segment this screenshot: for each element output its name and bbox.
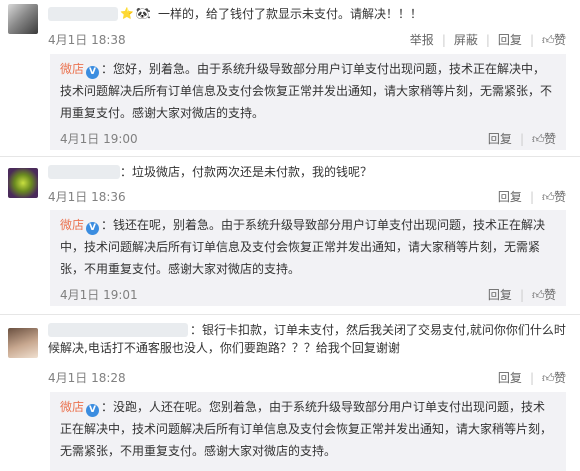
reply-author[interactable]: 微店	[60, 400, 84, 414]
official-reply: 微店 V ：您好，别着急。由于系统升级导致部分用户订单支付出现问题，技术正在解决中，…	[50, 54, 566, 150]
username-redacted[interactable]	[48, 7, 118, 21]
reply-button[interactable]: 回复	[488, 132, 512, 146]
like-button[interactable]: 👍︎赞	[542, 369, 566, 386]
comment-text: ：银行卡扣款，订单未支付，然后我关闭了交易支付,就问你你们什么时候解决,电话打不…	[48, 323, 566, 355]
report-button[interactable]: 举报	[410, 31, 434, 48]
reply-actions: 回复 | 👍︎赞	[487, 132, 556, 146]
reply-button[interactable]: 回复	[498, 31, 522, 48]
avatar[interactable]	[8, 168, 38, 198]
comment-actions: 回复 | 👍︎赞	[497, 188, 566, 205]
comment-actions: 举报 | 屏蔽 | 回复 | 👍︎赞	[409, 31, 566, 48]
username-redacted[interactable]	[48, 165, 120, 179]
block-button[interactable]: 屏蔽	[454, 31, 478, 48]
divider	[0, 156, 580, 157]
reply-button[interactable]: 回复	[488, 288, 512, 302]
reply-actions: 回复 | 👍︎赞	[487, 288, 556, 302]
comment-timestamp: 4月1日 18:36	[48, 190, 126, 204]
like-button[interactable]: 👍︎赞	[542, 188, 566, 205]
comment-timestamp: 4月1日 18:28	[48, 371, 126, 385]
reply-timestamp: 4月1日 19:01	[60, 288, 138, 302]
official-reply: 微店 V ：钱还在呢，别着急。由于系统升级导致部分用户订单支付出现问题，技术正在解决…	[50, 210, 566, 306]
comment-text: ：一样的，给了钱付了款显示未支付。请解决！！！	[146, 7, 423, 21]
divider	[0, 314, 580, 315]
verified-icon: V	[86, 66, 100, 79]
reply-button[interactable]: 回复	[498, 188, 522, 205]
official-reply: 微店 V ：没跑，人还在呢。您别着急，由于系统升级导致部分用户订单支付出现问题，技术…	[50, 392, 566, 471]
reply-text: ：没跑，人还在呢。您别着急，由于系统升级导致部分用户订单支付出现问题，技术正在解…	[60, 400, 553, 458]
like-button[interactable]: 👍︎赞	[532, 132, 556, 146]
avatar[interactable]	[8, 328, 38, 358]
verified-icon: V	[86, 222, 100, 235]
thumbs-up-icon: 👍︎	[541, 33, 555, 47]
comment-text: ：垃圾微店，付款两次还是未付款，我的钱呢？	[120, 165, 373, 179]
reply-author[interactable]: 微店	[60, 62, 84, 76]
thumbs-up-icon: 👍︎	[541, 371, 555, 385]
thumbs-up-icon: 👍︎	[531, 288, 545, 302]
comment-timestamp: 4月1日 18:38	[48, 33, 126, 47]
verified-icon: V	[86, 404, 100, 417]
like-button[interactable]: 👍︎赞	[542, 31, 566, 48]
reply-button[interactable]: 回复	[498, 369, 522, 386]
reply-timestamp: 4月1日 19:00	[60, 132, 138, 146]
reply-text: ：钱还在呢，别着急。由于系统升级导致部分用户订单支付出现问题，技术正在解决中，技…	[60, 218, 546, 276]
thumbs-up-icon: 👍︎	[531, 132, 545, 146]
reply-text: ：您好，别着急。由于系统升级导致部分用户订单支付出现问题，技术正在解决中，技术问…	[60, 62, 553, 120]
comment-actions: 回复 | 👍︎赞	[497, 369, 566, 386]
avatar[interactable]	[8, 4, 38, 34]
reply-author[interactable]: 微店	[60, 218, 84, 232]
thumbs-up-icon: 👍︎	[541, 190, 555, 204]
like-button[interactable]: 👍︎赞	[532, 288, 556, 302]
